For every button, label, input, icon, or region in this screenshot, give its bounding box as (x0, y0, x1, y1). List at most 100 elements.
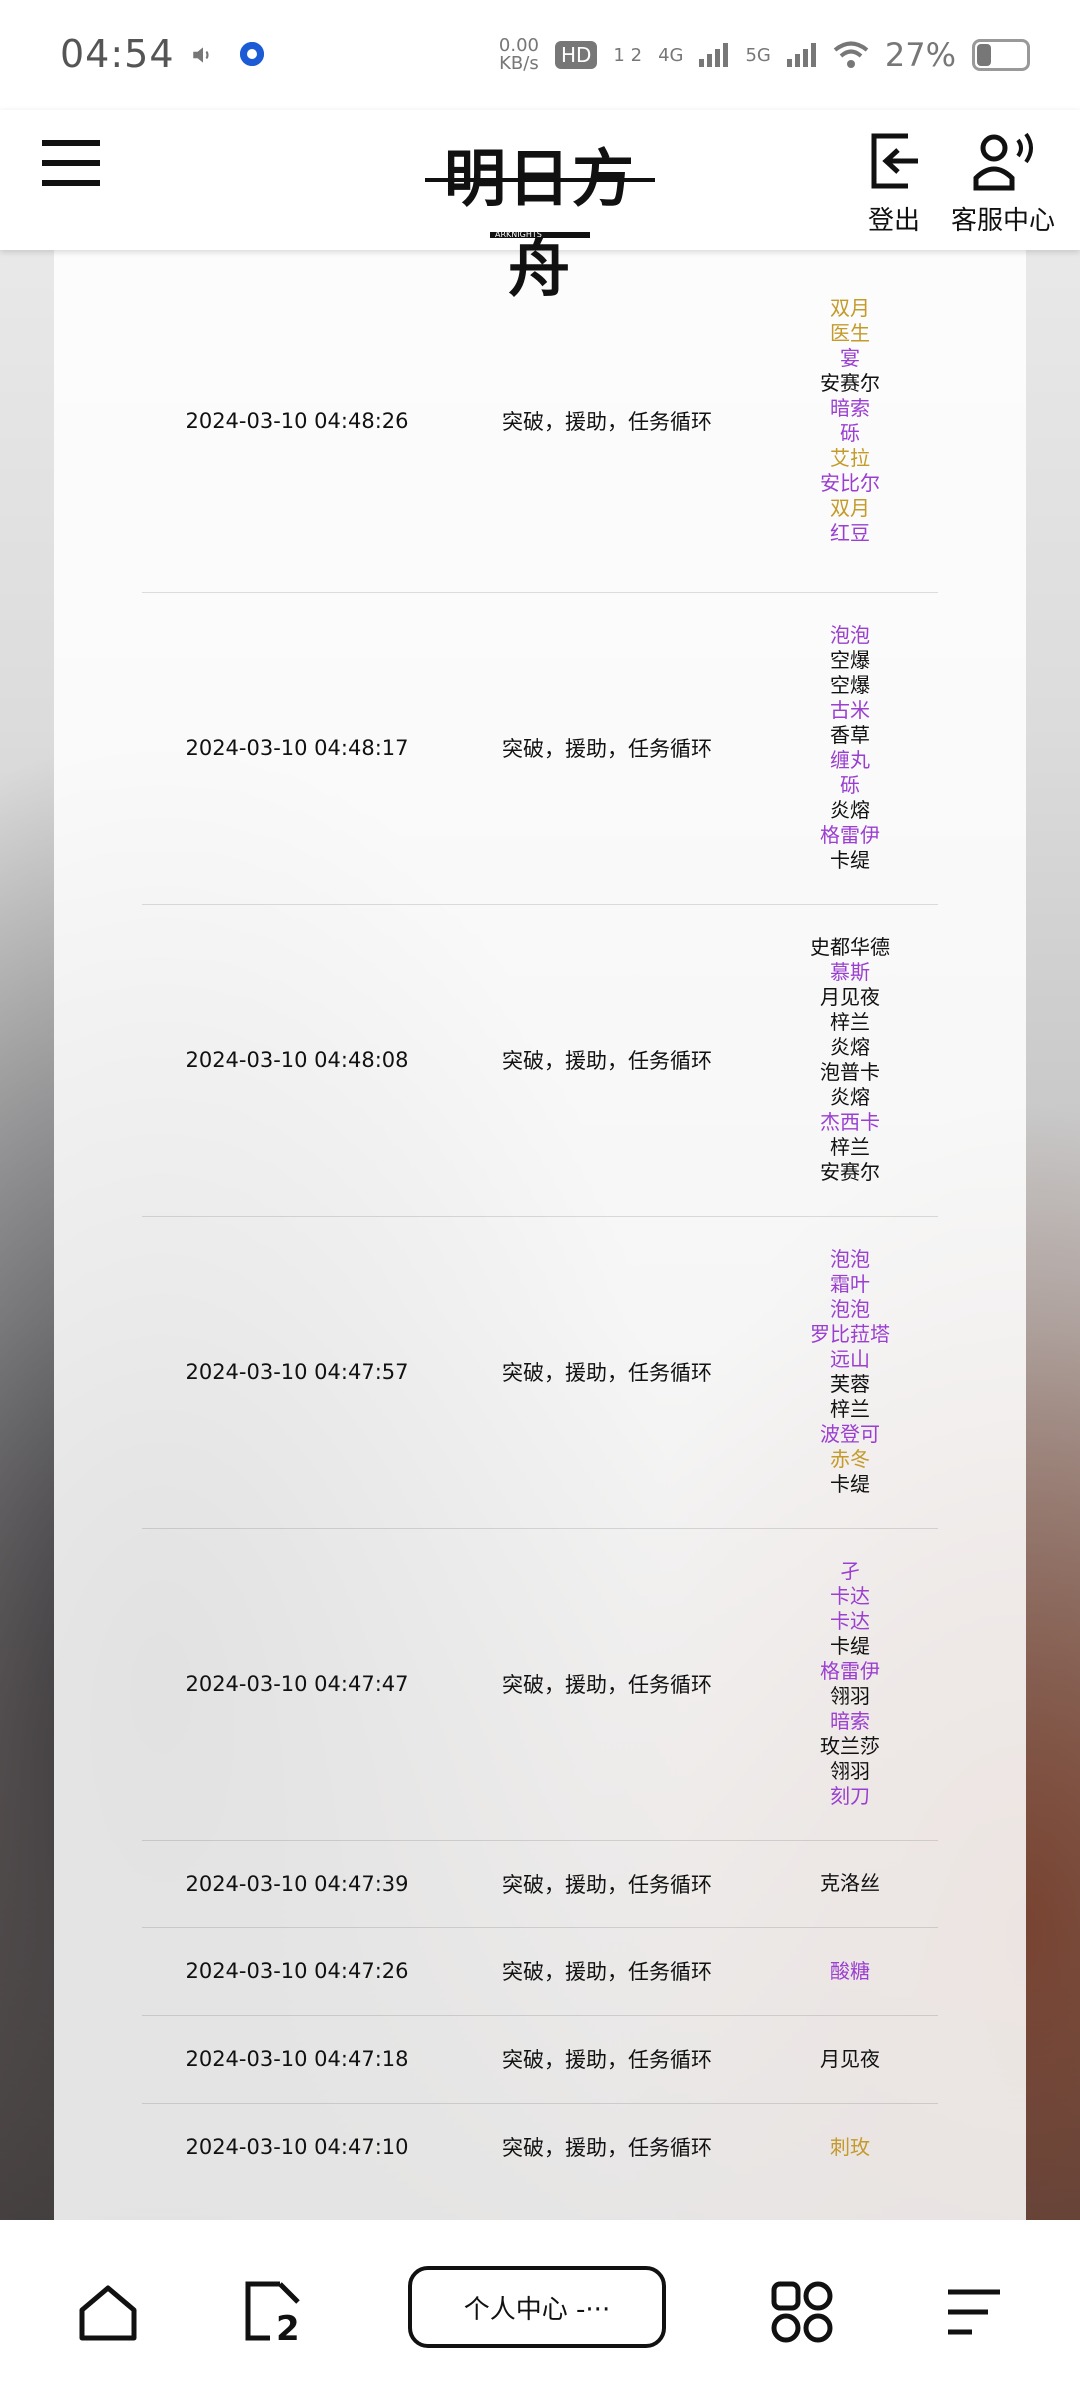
operator-name: 安赛尔 (820, 371, 880, 395)
operator-name: 克洛丝 (820, 1871, 880, 1895)
operator-name: 霜叶 (830, 1272, 870, 1296)
customer-service-button[interactable]: 客服中心 (948, 130, 1058, 237)
operator-name: 双月 (830, 496, 870, 520)
signal-4g-label: 4G (658, 44, 684, 66)
operator-name: 卡缇 (830, 1472, 870, 1496)
operator-list: 刺玫 (762, 2135, 938, 2160)
operator-name: 暗索 (830, 396, 870, 420)
operator-name: 杰西卡 (820, 1110, 880, 1134)
battery-percent: 27% (884, 36, 956, 74)
operator-name: 芙蓉 (830, 1372, 870, 1396)
logo-subtext: ARKNIGHTS (495, 230, 542, 239)
record-time: 2024-03-10 04:47:57 (185, 1360, 409, 1384)
operator-name: 慕斯 (830, 960, 870, 984)
record-time: 2024-03-10 04:47:26 (185, 1959, 409, 1983)
tabs-icon: 2 (245, 2281, 300, 2349)
status-time: 04:54 (60, 32, 175, 76)
operator-name: 艾拉 (830, 446, 870, 470)
operator-list: 泡泡 霜叶 泡泡 罗比菈塔 远山 芙蓉 梓兰 波登可 赤冬 卡缇 (762, 1247, 938, 1497)
operator-name: 卡缇 (830, 848, 870, 872)
operator-name: 炎熔 (830, 1035, 870, 1059)
battery-icon (972, 39, 1030, 71)
operator-name: 炎熔 (830, 798, 870, 822)
operator-list: 孑卡达 卡达 卡缇 格雷伊 翎羽 暗索 玫兰莎 翎羽 刻刀 (762, 1559, 938, 1809)
operator-name: 翎羽 (830, 1684, 870, 1708)
operator-name: 史都华德 (810, 935, 890, 959)
record-type: 突破，援助，任务循环 (502, 737, 712, 761)
apps-grid-icon (771, 2281, 833, 2343)
customer-service-label: 客服中心 (950, 206, 1055, 236)
operator-name: 泡普卡 (820, 1060, 880, 1084)
sound-icon (193, 47, 209, 63)
operator-name: 翎羽 (830, 1759, 870, 1783)
operator-name: 砾 (840, 421, 860, 445)
signal-5g-label: 5G (745, 44, 771, 66)
operator-name: 远山 (830, 1347, 870, 1371)
record-type: 突破，援助，任务循环 (502, 1960, 712, 1984)
logout-icon (871, 133, 918, 189)
logout-button[interactable]: 登出 (862, 130, 926, 237)
operator-name: 炎熔 (830, 1085, 870, 1109)
operator-name: 波登可 (820, 1422, 880, 1446)
status-bar: 04:54 0.00 KB/s HD 1 2 4G 5G 27% (0, 0, 1080, 110)
status-right-icons: 0.00 KB/s HD 1 2 4G 5G 27% (499, 36, 1030, 74)
hd-sub: 1 2 (613, 44, 643, 66)
operator-name: 罗比菈塔 (810, 1322, 890, 1346)
operator-name: 梓兰 (830, 1010, 870, 1034)
records-panel: 2024-03-10 04:48:26 突破，援助，任务循环 双月 医生宴安赛尔 暗索砾… (54, 250, 1026, 2220)
hd-badge: HD (554, 41, 598, 69)
record-row: 2024-03-10 04:48:17 突破，援助，任务循环 泡泡 空爆 空爆 古米 香草缠… (142, 592, 938, 905)
operator-name: 缠丸 (830, 748, 870, 772)
app-header: 明日方舟 ARKNIGHTS 登出 客服中心 (0, 110, 1080, 305)
record-time: 2024-03-10 04:48:26 (185, 409, 409, 433)
record-type: 突破，援助，任务循环 (502, 1049, 712, 1073)
net-speed-unit: KB/s (499, 53, 539, 74)
operator-list: 月见夜 (762, 2047, 938, 2072)
operator-name: 双月 (830, 296, 870, 320)
record-time: 2024-03-10 04:47:39 (185, 1871, 409, 1896)
operator-name: 卡缇 (830, 1634, 870, 1658)
menu-lines-icon (948, 2289, 1000, 2335)
record-time: 2024-03-10 04:47:18 (185, 2047, 409, 2071)
operator-list: 酸糖 (762, 1959, 938, 1984)
signal-4g-icon (699, 43, 729, 67)
home-button[interactable] (76, 2280, 140, 2348)
operator-name: 安赛尔 (820, 1160, 880, 1184)
record-time: 2024-03-10 04:47:47 (185, 1672, 409, 1696)
more-menu-button[interactable] (942, 2280, 1006, 2348)
personal-center-button[interactable]: 个人中心 -··· (408, 2266, 666, 2348)
operator-name: 古米 (830, 698, 870, 722)
operator-name: 孑 (840, 1559, 860, 1583)
tab-count: 2 (276, 2309, 300, 2344)
customer-service-icon (973, 132, 1033, 191)
logout-label: 登出 (867, 206, 920, 236)
record-type: 突破，援助，任务循环 (502, 1872, 712, 1897)
record-time: 2024-03-10 04:48:17 (185, 736, 409, 760)
operator-name: 格雷伊 (820, 823, 880, 847)
record-row: 2024-03-10 04:47:47 突破，援助，任务循环 孑卡达 卡达 卡缇 格雷伊翎… (142, 1528, 938, 1841)
record-row: 2024-03-10 04:47:57 突破，援助，任务循环 泡泡 霜叶 泡泡 罗比菈塔远… (142, 1216, 938, 1529)
operator-name: 泡泡 (830, 1297, 870, 1321)
record-type: 突破，援助，任务循环 (502, 1361, 712, 1385)
tabs-button[interactable]: 2 (240, 2280, 304, 2349)
record-time: 2024-03-10 04:47:10 (185, 2135, 409, 2159)
operator-list: 双月 医生宴安赛尔 暗索砾艾拉 安比尔 双月 红豆 (762, 296, 938, 546)
operator-name: 空爆 (830, 648, 870, 672)
net-speed: 0.00 KB/s (499, 37, 539, 73)
operator-name: 空爆 (830, 673, 870, 697)
hamburger-menu-icon[interactable] (42, 140, 100, 188)
operator-list: 泡泡 空爆 空爆 古米 香草 缠丸砾炎熔 格雷伊 卡缇 (762, 623, 938, 873)
operator-name: 医生 (830, 321, 870, 345)
record-type: 突破，援助，任务循环 (502, 2136, 712, 2160)
operator-name: 月见夜 (820, 2046, 880, 2071)
apps-button[interactable] (770, 2280, 834, 2348)
operator-name: 卡达 (830, 1609, 870, 1633)
operator-list: 克洛丝 (762, 1871, 938, 1896)
bottom-navigation: 2 个人中心 -··· (0, 2220, 1080, 2400)
operator-name: 梓兰 (830, 1397, 870, 1421)
operator-name: 暗索 (830, 1709, 870, 1733)
operator-name: 泡泡 (830, 1247, 870, 1271)
operator-name: 月见夜 (820, 985, 880, 1009)
operator-name: 泡泡 (830, 623, 870, 647)
operator-name: 赤冬 (830, 1447, 870, 1471)
